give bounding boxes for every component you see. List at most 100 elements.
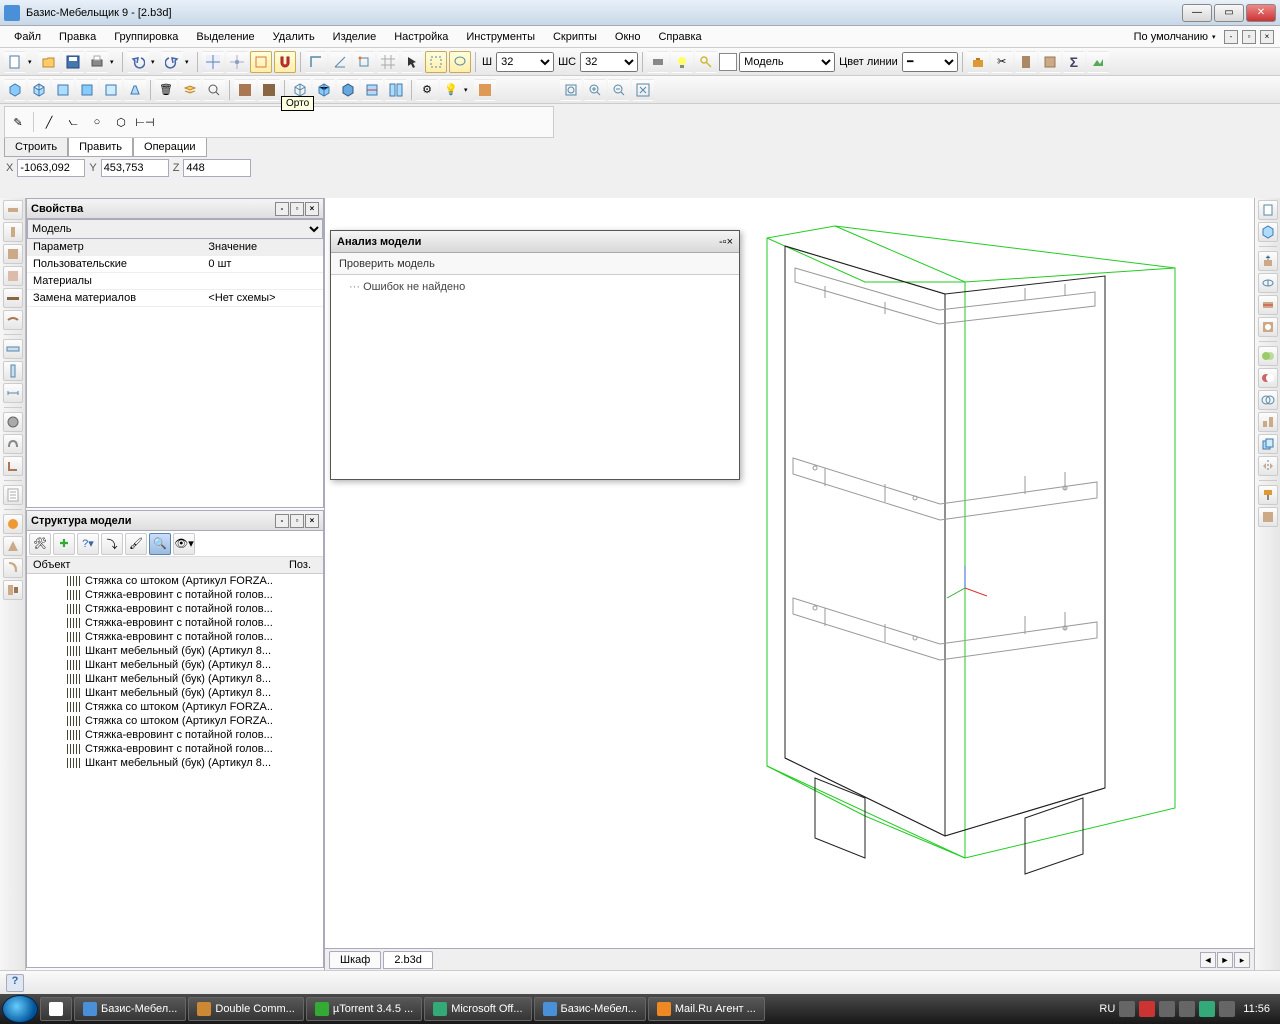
- canvas-tab-cabinet[interactable]: Шкаф: [329, 951, 381, 969]
- struct-add-icon[interactable]: ✚: [53, 533, 75, 555]
- struct-row[interactable]: Шкант мебельный (бук) (Артикул 8...: [27, 756, 323, 770]
- props-combo[interactable]: Модель: [27, 219, 323, 239]
- tray-icon[interactable]: [1159, 1001, 1175, 1017]
- ruler-h-icon[interactable]: [3, 339, 23, 359]
- zoom-extents-button[interactable]: [203, 79, 225, 101]
- panel-icon[interactable]: [647, 51, 669, 73]
- r-revolve-icon[interactable]: [1258, 273, 1278, 293]
- r-union-icon[interactable]: [1258, 346, 1278, 366]
- struct-row[interactable]: Шкант мебельный (бук) (Артикул 8...: [27, 672, 323, 686]
- snap-edge-button[interactable]: [250, 51, 272, 73]
- zoom-fit-button[interactable]: [632, 79, 654, 101]
- width-select[interactable]: 32: [496, 52, 554, 72]
- struct-row[interactable]: Стяжка-евровинт с потайной голов...: [27, 602, 323, 616]
- r-copy-icon[interactable]: [1258, 434, 1278, 454]
- struct-row[interactable]: Стяжка-евровинт с потайной голов...: [27, 588, 323, 602]
- lang-indicator[interactable]: RU: [1099, 1003, 1115, 1015]
- zoom-in-button[interactable]: [584, 79, 606, 101]
- struct-help-icon[interactable]: ?▾: [77, 533, 99, 555]
- top-view-button[interactable]: [100, 79, 122, 101]
- gear-button[interactable]: ⚙: [416, 79, 438, 101]
- scissors-button[interactable]: ✂: [991, 51, 1013, 73]
- y-input[interactable]: [101, 159, 169, 177]
- props-row[interactable]: Материалы: [27, 273, 323, 290]
- struct-min-button[interactable]: -: [275, 514, 289, 528]
- struct-row[interactable]: Стяжка-евровинт с потайной голов...: [27, 728, 323, 742]
- tray-icon[interactable]: [1199, 1001, 1215, 1017]
- layers-button[interactable]: [179, 79, 201, 101]
- angle-tool[interactable]: ⦦: [64, 113, 82, 131]
- cursor-button[interactable]: [401, 51, 423, 73]
- menu-tools[interactable]: Инструменты: [458, 29, 543, 45]
- menu-edit[interactable]: Правка: [51, 29, 104, 45]
- scroll-right-icon[interactable]: ►: [1217, 952, 1233, 968]
- props-float-button[interactable]: ▫: [290, 202, 304, 216]
- print-button[interactable]: [86, 51, 108, 73]
- tray-icon[interactable]: [1179, 1001, 1195, 1017]
- layers-trash-button[interactable]: 🗑: [155, 79, 177, 101]
- sphere-icon[interactable]: [3, 514, 23, 534]
- struct-float-button[interactable]: ▫: [290, 514, 304, 528]
- panel-vert-icon[interactable]: [3, 222, 23, 242]
- menu-group[interactable]: Группировка: [106, 29, 186, 45]
- prism-icon[interactable]: [3, 536, 23, 556]
- briefcase-button[interactable]: [967, 51, 989, 73]
- help-button[interactable]: ?: [6, 974, 24, 992]
- menu-file[interactable]: Файл: [6, 29, 49, 45]
- open-button[interactable]: [38, 51, 60, 73]
- struct-row[interactable]: Стяжка-евровинт с потайной голов...: [27, 742, 323, 756]
- shaded-button[interactable]: [313, 79, 335, 101]
- select-lasso-button[interactable]: [449, 51, 471, 73]
- menu-scripts[interactable]: Скрипты: [545, 29, 605, 45]
- struct-row[interactable]: Шкант мебельный (бук) (Артикул 8...: [27, 658, 323, 672]
- struct-filter-icon[interactable]: ⤵: [101, 533, 123, 555]
- r-mirror-icon[interactable]: [1258, 456, 1278, 476]
- r-material-icon[interactable]: [1258, 507, 1278, 527]
- export-button[interactable]: [1087, 51, 1109, 73]
- hexagon-tool[interactable]: ⬡: [112, 113, 130, 131]
- props-row[interactable]: Пользовательские0 шт: [27, 256, 323, 273]
- struct-list[interactable]: Стяжка со штоком (Артикул FORZA..Стяжка-…: [27, 574, 323, 770]
- struct-row[interactable]: Стяжка со штоком (Артикул FORZA..: [27, 714, 323, 728]
- circle-tool[interactable]: ○: [88, 113, 106, 131]
- taskbar-item[interactable]: µTorrent 3.4.5 ...: [306, 997, 422, 1021]
- front-view-button[interactable]: [52, 79, 74, 101]
- struct-row[interactable]: Шкант мебельный (бук) (Артикул 8...: [27, 644, 323, 658]
- maximize-button[interactable]: ▭: [1214, 4, 1244, 22]
- panel-back-icon[interactable]: [3, 244, 23, 264]
- light-dropdown-icon[interactable]: ▾: [464, 86, 472, 94]
- snap-point-button[interactable]: [226, 51, 248, 73]
- magnet-button[interactable]: [274, 51, 296, 73]
- taskbar-item[interactable]: Mail.Ru Агент ...: [648, 997, 765, 1021]
- snap-grid-button[interactable]: [202, 51, 224, 73]
- taskbar-item[interactable]: Базис-Мебел...: [534, 997, 646, 1021]
- zoom-out-button[interactable]: [608, 79, 630, 101]
- menu-settings[interactable]: Настройка: [386, 29, 456, 45]
- props-close-button[interactable]: ×: [305, 202, 319, 216]
- z-input[interactable]: [183, 159, 251, 177]
- split-button[interactable]: [385, 79, 407, 101]
- line-tool[interactable]: ╱: [40, 113, 58, 131]
- taskbar-quicklaunch[interactable]: [40, 997, 72, 1021]
- r-paint-icon[interactable]: [1258, 485, 1278, 505]
- struct-row[interactable]: Стяжка-евровинт с потайной голов...: [27, 616, 323, 630]
- pen-tool[interactable]: ✎: [9, 113, 27, 131]
- tray-icon[interactable]: [1219, 1001, 1235, 1017]
- material2-button[interactable]: [258, 79, 280, 101]
- grid-toggle-button[interactable]: [377, 51, 399, 73]
- struct-row[interactable]: Шкант мебельный (бук) (Артикул 8...: [27, 686, 323, 700]
- mdi-restore[interactable]: ▫: [1242, 30, 1256, 44]
- analysis-check-button[interactable]: Проверить модель: [331, 253, 739, 275]
- assembly-icon[interactable]: [3, 580, 23, 600]
- print-dropdown-icon[interactable]: ▾: [110, 58, 118, 66]
- zoom-rect-button[interactable]: [560, 79, 582, 101]
- menu-delete[interactable]: Удалить: [265, 29, 323, 45]
- scroll-left-icon[interactable]: ◄: [1200, 952, 1216, 968]
- r-cube-icon[interactable]: [1258, 222, 1278, 242]
- edge-band-icon[interactable]: [3, 310, 23, 330]
- taskbar-item[interactable]: Microsoft Off...: [424, 997, 531, 1021]
- object-snap-button[interactable]: [353, 51, 375, 73]
- new-dropdown-icon[interactable]: ▾: [28, 58, 36, 66]
- tab-build[interactable]: Строить: [4, 138, 68, 157]
- bent-icon[interactable]: [3, 558, 23, 578]
